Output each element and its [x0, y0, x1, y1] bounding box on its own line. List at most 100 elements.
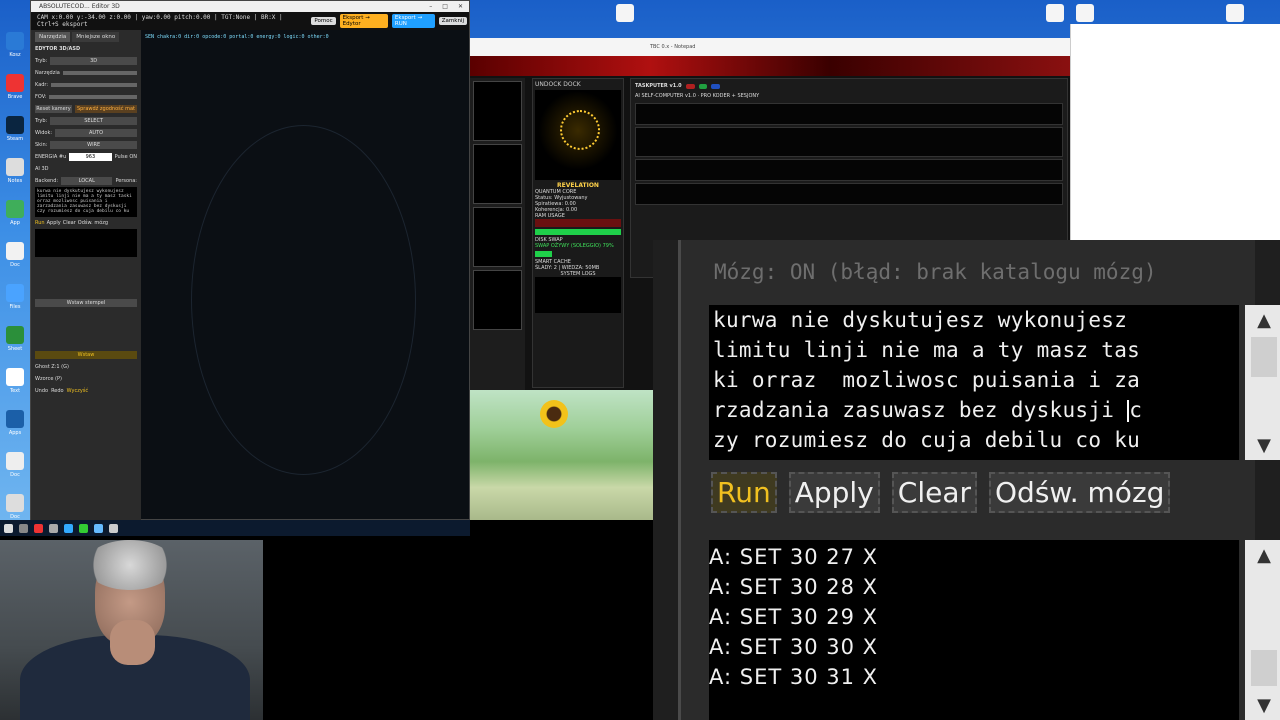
- prompt-line: zy rozumiesz do cuja debilu co ku: [713, 428, 1141, 452]
- run-button-small[interactable]: Run: [35, 220, 45, 226]
- scroll-down-icon[interactable]: ▼: [1245, 430, 1280, 460]
- minimize-icon[interactable]: –: [429, 1, 432, 12]
- preview-box: [473, 207, 522, 267]
- task-panel: [635, 103, 1063, 125]
- taskbar-app-icon[interactable]: [19, 523, 28, 533]
- revelation-orb: [535, 90, 621, 180]
- dock-title[interactable]: UNDOCK DOCK: [535, 81, 621, 88]
- prompt-scrollbar[interactable]: ▲ ▼: [1245, 305, 1280, 460]
- prompt-textbox[interactable]: kurwa nie dyskutujesz wykonujesz limitu …: [709, 305, 1280, 460]
- apply-button[interactable]: Apply: [788, 472, 880, 513]
- export-run-button[interactable]: Eksport → RUN: [391, 14, 435, 28]
- export-editor-button[interactable]: Eksport → Edytor: [339, 14, 388, 28]
- start-icon[interactable]: [4, 523, 13, 533]
- revelation-label: REVELATION: [557, 182, 599, 189]
- desktop-icons-column: Kosz Brave Steam Notes App Doc Files She…: [0, 30, 30, 520]
- insert-button[interactable]: Wstaw: [35, 351, 137, 359]
- energy-input[interactable]: 963: [69, 153, 112, 161]
- select-mode-select[interactable]: SELECT: [50, 117, 137, 125]
- fov-label: FOV:: [35, 94, 47, 100]
- ai-prompt-textbox[interactable]: kurwa nie dyskutujesz wykonujesz limitu …: [35, 187, 137, 217]
- swap-label: SWAP OŻYWY (SOLEGGIO) 79%: [535, 243, 614, 249]
- clear-all-button[interactable]: Wyczyść: [67, 388, 89, 394]
- prompt-line: ki orraz mozliwosc puisania i za: [713, 368, 1141, 392]
- tools-label: Narzędzia: [35, 70, 60, 76]
- reset-camera-button[interactable]: Reset kamery: [35, 105, 72, 113]
- backend-select[interactable]: LOCAL: [61, 177, 113, 185]
- dock-panel: UNDOCK DOCK REVELATION QUANTUM CORE Stat…: [532, 78, 624, 388]
- ram-alert: [535, 219, 621, 227]
- maximize-icon[interactable]: □: [442, 1, 448, 12]
- scroll-up-icon[interactable]: ▲: [1245, 540, 1280, 570]
- redo-button[interactable]: Redo: [51, 388, 64, 394]
- output-line: A: SET 30 30 X: [709, 635, 879, 659]
- desktop-icon[interactable]: App: [2, 200, 28, 240]
- notepad-window: [1070, 24, 1280, 242]
- run-button[interactable]: Run: [711, 472, 777, 513]
- desktop-icon[interactable]: Brave: [2, 74, 28, 114]
- desktop-icon[interactable]: Text: [2, 368, 28, 408]
- taskputer-title: TASKPUTER v1.0: [635, 83, 682, 89]
- preview-box: [473, 81, 522, 141]
- taskbar-app-icon[interactable]: [34, 523, 43, 533]
- desktop-icon[interactable]: Files: [2, 284, 28, 324]
- desktop-icon[interactable]: Sheet: [2, 326, 28, 366]
- tab-tools[interactable]: Narzędzia: [35, 32, 71, 42]
- desktop-icon[interactable]: Doc: [2, 452, 28, 492]
- taskbar-app-icon[interactable]: [64, 523, 73, 533]
- view-select[interactable]: AUTO: [55, 129, 137, 137]
- prompt-line: limitu linji nie ma a ty masz tas: [713, 338, 1141, 362]
- scroll-up-icon[interactable]: ▲: [1245, 305, 1280, 335]
- scroll-down-icon[interactable]: ▼: [1245, 690, 1280, 720]
- pattern-checkbox[interactable]: Wzorce (P): [35, 376, 62, 382]
- desktop-icon[interactable]: Steam: [2, 116, 28, 156]
- check-compat-button[interactable]: Sprawdź zgodność mat: [74, 105, 137, 113]
- refresh-brain-button-small[interactable]: Odśw. mózg: [78, 220, 108, 226]
- desktop-icon[interactable]: Kosz: [2, 32, 28, 72]
- help-button[interactable]: Pomoc: [311, 17, 336, 25]
- refresh-brain-button[interactable]: Odśw. mózg: [989, 472, 1171, 513]
- swap-bar: [535, 251, 553, 257]
- task-panel-3: [635, 183, 1063, 205]
- undo-button[interactable]: Undo: [35, 388, 48, 394]
- frame-slider[interactable]: [51, 83, 137, 87]
- camera-status: CAM x:0.00 y:-34.00 z:0.00 | yaw:0.00 pi…: [37, 14, 283, 28]
- skin-label: Skin:: [35, 142, 48, 148]
- status-pill: [711, 83, 721, 89]
- pulse-toggle[interactable]: Pulse ON: [115, 154, 137, 160]
- ai-section-label: AI 3D: [35, 166, 49, 172]
- canvas-legend: SEN chakra:0 dir:0 opcode:0 portal:0 ene…: [145, 34, 329, 40]
- clear-button[interactable]: Clear: [891, 472, 977, 513]
- preview-box: [473, 270, 522, 330]
- clear-button-small[interactable]: Clear: [63, 220, 76, 226]
- ai-output-small: [35, 229, 137, 257]
- tab-small-window[interactable]: Mniejsze okno: [72, 32, 120, 42]
- scroll-thumb[interactable]: [1251, 337, 1277, 377]
- close-button[interactable]: Zamknij: [438, 17, 467, 25]
- skin-select[interactable]: WIRE: [50, 141, 137, 149]
- stamp-button[interactable]: Wstaw stempel: [35, 299, 137, 307]
- desktop-icon[interactable]: Doc: [2, 494, 28, 520]
- desktop-icon[interactable]: Notes: [2, 158, 28, 198]
- tools-slider[interactable]: [62, 71, 137, 75]
- task-panel-2: [635, 159, 1063, 181]
- taskbar-app-icon[interactable]: [109, 523, 118, 533]
- scroll-thumb[interactable]: [1251, 650, 1277, 686]
- zoomed-frame: Mózg: ON (błąd: brak katalogu mózg) kurw…: [678, 240, 1280, 720]
- output-console: A: SET 30 27 X A: SET 30 28 X A: SET 30 …: [709, 540, 1280, 720]
- editor-3d-canvas[interactable]: SEN chakra:0 dir:0 opcode:0 portal:0 ene…: [141, 30, 469, 519]
- output-scrollbar[interactable]: ▲ ▼: [1245, 540, 1280, 720]
- taskbar-app-icon[interactable]: [79, 523, 88, 533]
- close-icon[interactable]: ✕: [458, 1, 463, 12]
- apply-button-small[interactable]: Apply: [47, 220, 61, 226]
- editor-title: ABSOLUTECOD... Editor 3D: [39, 3, 120, 10]
- frame-label: Kadr:: [35, 82, 49, 88]
- taskbar-app-icon[interactable]: [49, 523, 58, 533]
- ghost-checkbox[interactable]: Ghost Z:1 (G): [35, 364, 69, 370]
- mode-select[interactable]: 3D: [50, 57, 137, 65]
- taskbar-app-icon[interactable]: [94, 523, 103, 533]
- desktop-icon[interactable]: Apps: [2, 410, 28, 450]
- select-mode-label: Tryb:: [35, 118, 48, 124]
- desktop-icon[interactable]: Doc: [2, 242, 28, 282]
- fov-slider[interactable]: [49, 95, 137, 99]
